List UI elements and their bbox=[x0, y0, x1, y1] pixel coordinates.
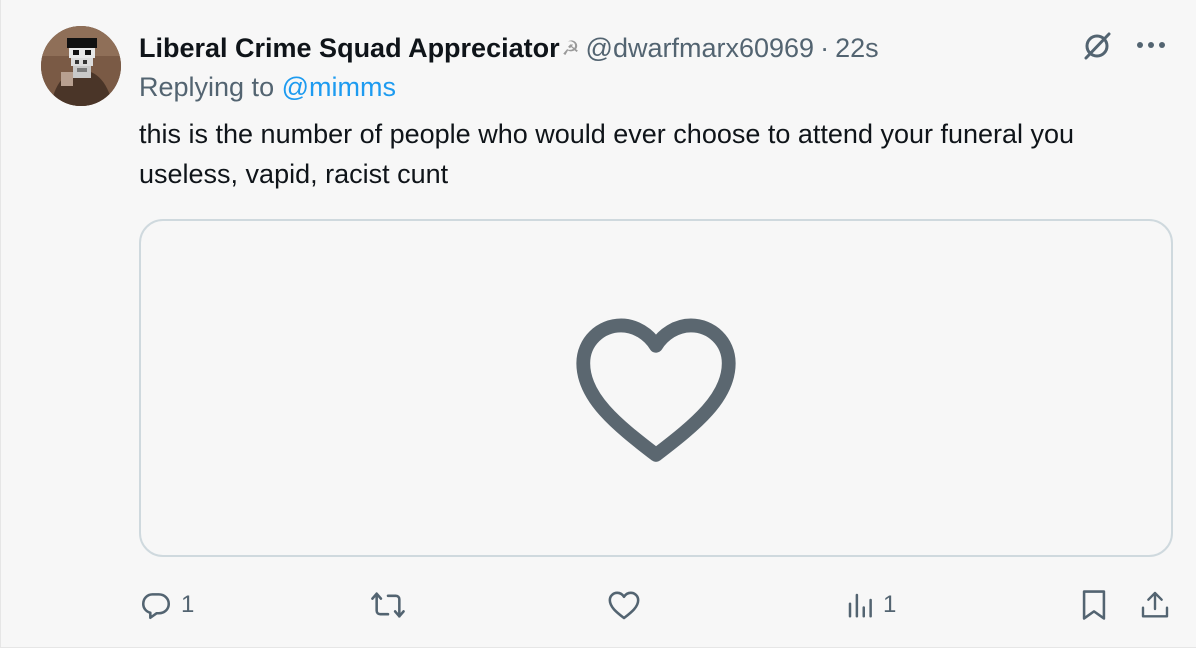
bookmark-icon bbox=[1082, 590, 1106, 620]
bookmark-button[interactable] bbox=[1079, 585, 1109, 625]
grok-button[interactable] bbox=[1080, 28, 1114, 62]
reply-count: 1 bbox=[181, 591, 195, 618]
display-name[interactable]: Liberal Crime Squad Appreciator bbox=[139, 33, 560, 64]
media-card[interactable] bbox=[139, 219, 1173, 557]
tweet-header: Liberal Crime Squad Appreciator ☭ @dwarf… bbox=[139, 28, 879, 68]
like-button[interactable] bbox=[607, 585, 649, 625]
separator-dot: · bbox=[820, 32, 830, 63]
heart-icon bbox=[608, 591, 640, 620]
reply-button[interactable]: 1 bbox=[139, 585, 194, 625]
retweet-button[interactable] bbox=[369, 585, 415, 625]
more-icon bbox=[1137, 42, 1165, 48]
top-actions bbox=[1080, 28, 1166, 62]
user-handle[interactable]: @dwarfmarx60969 bbox=[586, 33, 815, 64]
grok-icon bbox=[1084, 32, 1111, 60]
share-button[interactable] bbox=[1139, 585, 1171, 625]
views-count: 1 bbox=[883, 591, 897, 618]
avatar-image bbox=[41, 26, 121, 106]
tweet-card[interactable]: Liberal Crime Squad Appreciator ☭ @dwarf… bbox=[0, 0, 1196, 648]
retweet-icon bbox=[371, 592, 405, 618]
share-icon bbox=[1141, 591, 1169, 618]
heart-icon bbox=[576, 318, 736, 462]
views-icon bbox=[848, 593, 872, 618]
more-button[interactable] bbox=[1136, 40, 1166, 50]
replying-to: Replying to @mimms bbox=[139, 72, 396, 103]
replying-to-label: Replying to bbox=[139, 72, 275, 102]
tweet-text: this is the number of people who would e… bbox=[139, 119, 1075, 189]
reply-icon bbox=[141, 593, 171, 620]
hammer-sickle-emoji: ☭ bbox=[561, 37, 580, 60]
timestamp[interactable]: 22s bbox=[835, 33, 879, 64]
avatar[interactable] bbox=[41, 26, 121, 106]
views-button[interactable]: 1 bbox=[845, 585, 896, 625]
action-bar: 1 1 bbox=[139, 585, 1173, 625]
reply-handle-link[interactable]: @mimms bbox=[282, 72, 396, 102]
